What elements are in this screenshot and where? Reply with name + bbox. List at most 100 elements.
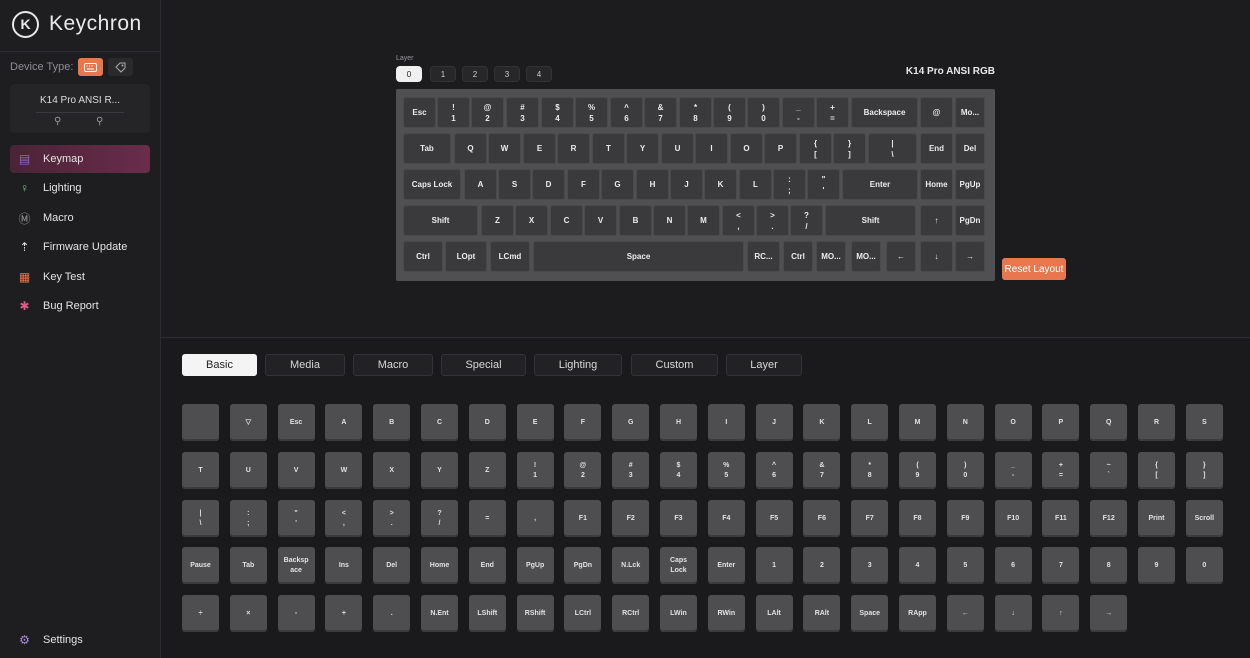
keyboard-key[interactable]: $4	[541, 97, 574, 128]
palette-key[interactable]: RApp	[899, 595, 936, 632]
palette-key[interactable]: | \	[182, 500, 219, 537]
keyboard-key[interactable]: ↑	[920, 205, 953, 236]
palette-key[interactable]: Backsp ace	[277, 547, 315, 584]
palette-key[interactable]: ←	[946, 595, 984, 632]
sidebar-item-lighting[interactable]: ♀ Lighting	[10, 174, 150, 202]
palette-key[interactable]: B	[373, 404, 411, 441]
palette-key[interactable]: J	[755, 404, 793, 441]
palette-key[interactable]: Scroll	[1185, 500, 1223, 537]
keyboard-key[interactable]: E	[523, 133, 556, 164]
keyboard-key[interactable]: :;	[773, 169, 806, 200]
keyboard-key[interactable]: PgUp	[955, 169, 985, 200]
keyboard-key[interactable]: L	[739, 169, 772, 200]
palette-key[interactable]: 4	[899, 547, 936, 584]
palette-key[interactable]: LWin	[660, 595, 697, 632]
keyboard-key[interactable]: + =	[816, 97, 849, 128]
keyboard-key[interactable]: T	[592, 133, 625, 164]
keyboard-key[interactable]: K	[704, 169, 737, 200]
palette-key[interactable]: 7	[1042, 547, 1080, 584]
palette-key[interactable]: RCtrl	[612, 595, 650, 632]
palette-key[interactable]: E	[516, 404, 554, 441]
palette-key[interactable]: <,	[325, 500, 363, 537]
keyboard-key[interactable]: ←	[886, 241, 916, 272]
palette-key[interactable]: 9	[1138, 547, 1175, 584]
sidebar-item-firmware-update[interactable]: ⇡ Firmware Update	[10, 233, 150, 261]
palette-key[interactable]: #3	[612, 452, 650, 489]
brand-logo[interactable]: K Keychron	[12, 10, 142, 38]
keyboard-key[interactable]: ! 1	[437, 97, 470, 128]
palette-key[interactable]: ^ 6	[755, 452, 793, 489]
palette-key[interactable]: ! 1	[516, 452, 554, 489]
link-icon[interactable]: ⚲	[96, 116, 103, 127]
tab-basic[interactable]: Basic	[182, 354, 257, 376]
keyboard-key[interactable]: ↓	[920, 241, 953, 272]
palette-key[interactable]: K	[803, 404, 841, 441]
palette-key[interactable]: -	[277, 595, 315, 632]
palette-key[interactable]: RAlt	[803, 595, 841, 632]
palette-key[interactable]: A	[325, 404, 363, 441]
keyboard-key[interactable]: Y	[626, 133, 659, 164]
keyboard-key[interactable]: _ -	[782, 97, 815, 128]
palette-key[interactable]: LCtrl	[564, 595, 602, 632]
palette-key[interactable]: :;	[229, 500, 267, 537]
palette-key[interactable]: H	[660, 404, 697, 441]
keyboard-key[interactable]: P	[764, 133, 797, 164]
palette-key[interactable]: Del	[373, 547, 411, 584]
palette-key[interactable]: .	[373, 595, 411, 632]
palette-key[interactable]: S	[1185, 404, 1223, 441]
sidebar-item-keymap[interactable]: ▤ Keymap	[10, 145, 150, 173]
palette-key[interactable]: ×	[229, 595, 267, 632]
palette-key[interactable]: 2	[803, 547, 841, 584]
layer-button-3[interactable]: 3	[494, 66, 520, 82]
palette-key[interactable]: =	[468, 500, 506, 537]
keyboard-key[interactable]: >.	[756, 205, 789, 236]
palette-key[interactable]: 1	[755, 547, 793, 584]
mouse-type-button[interactable]	[108, 58, 134, 76]
keyboard-key[interactable]: Backspace	[851, 97, 918, 128]
keyboard-key[interactable]: MO...	[851, 241, 881, 272]
sidebar-item-bug-report[interactable]: ✱ Bug Report	[10, 292, 150, 320]
keyboard-key[interactable]: <,	[722, 205, 755, 236]
palette-key[interactable]: N.Ent	[421, 595, 458, 632]
palette-key[interactable]: }]	[1185, 452, 1223, 489]
layer-button-1[interactable]: 1	[430, 66, 456, 82]
keyboard-key[interactable]: | \	[868, 133, 917, 164]
palette-key[interactable]: U	[229, 452, 267, 489]
keyboard-key[interactable]: X	[515, 205, 548, 236]
palette-key[interactable]: {[	[1138, 452, 1175, 489]
device-card[interactable]: K14 Pro ANSI R... ⚲ ⚲	[10, 84, 150, 133]
link-icon[interactable]: ⚲	[54, 116, 61, 127]
keyboard-key[interactable]: Caps Lock	[403, 169, 461, 200]
keyboard-key[interactable]: Space	[533, 241, 744, 272]
keyboard-key[interactable]: V	[584, 205, 617, 236]
palette-key[interactable]: Caps Lock	[660, 547, 697, 584]
keyboard-key[interactable]: @	[920, 97, 953, 128]
keyboard-key[interactable]: Tab	[403, 133, 451, 164]
keyboard-key[interactable]: & 7	[644, 97, 677, 128]
keyboard-key[interactable]: " '	[807, 169, 840, 200]
sidebar-item-macro[interactable]: Ⓜ Macro	[10, 204, 150, 232]
palette-key[interactable]: PgUp	[516, 547, 554, 584]
palette-key[interactable]: Print	[1138, 500, 1175, 537]
layer-button-2[interactable]: 2	[462, 66, 488, 82]
keyboard-key[interactable]: ) 0	[747, 97, 780, 128]
keyboard-key[interactable]: Q	[454, 133, 487, 164]
keyboard-key[interactable]: F	[567, 169, 600, 200]
keyboard-key[interactable]: % 5	[575, 97, 608, 128]
keyboard-key[interactable]: Shift	[403, 205, 478, 236]
palette-key[interactable]: Tab	[229, 547, 267, 584]
keyboard-key[interactable]: Home	[920, 169, 953, 200]
keyboard-key[interactable]: @2	[471, 97, 504, 128]
sidebar-item-key-test[interactable]: ▦ Key Test	[10, 263, 150, 291]
palette-key[interactable]: % 5	[707, 452, 745, 489]
palette-key[interactable]: N	[946, 404, 984, 441]
palette-key[interactable]: F2	[612, 500, 650, 537]
keyboard-key[interactable]: O	[730, 133, 763, 164]
keyboard-key[interactable]: {[	[799, 133, 832, 164]
palette-key[interactable]: F1	[564, 500, 602, 537]
palette-key[interactable]: F5	[755, 500, 793, 537]
keyboard-key[interactable]: Mo...	[955, 97, 985, 128]
palette-key[interactable]: ~ `	[1090, 452, 1128, 489]
palette-key[interactable]: F3	[660, 500, 697, 537]
layer-button-4[interactable]: 4	[526, 66, 552, 82]
